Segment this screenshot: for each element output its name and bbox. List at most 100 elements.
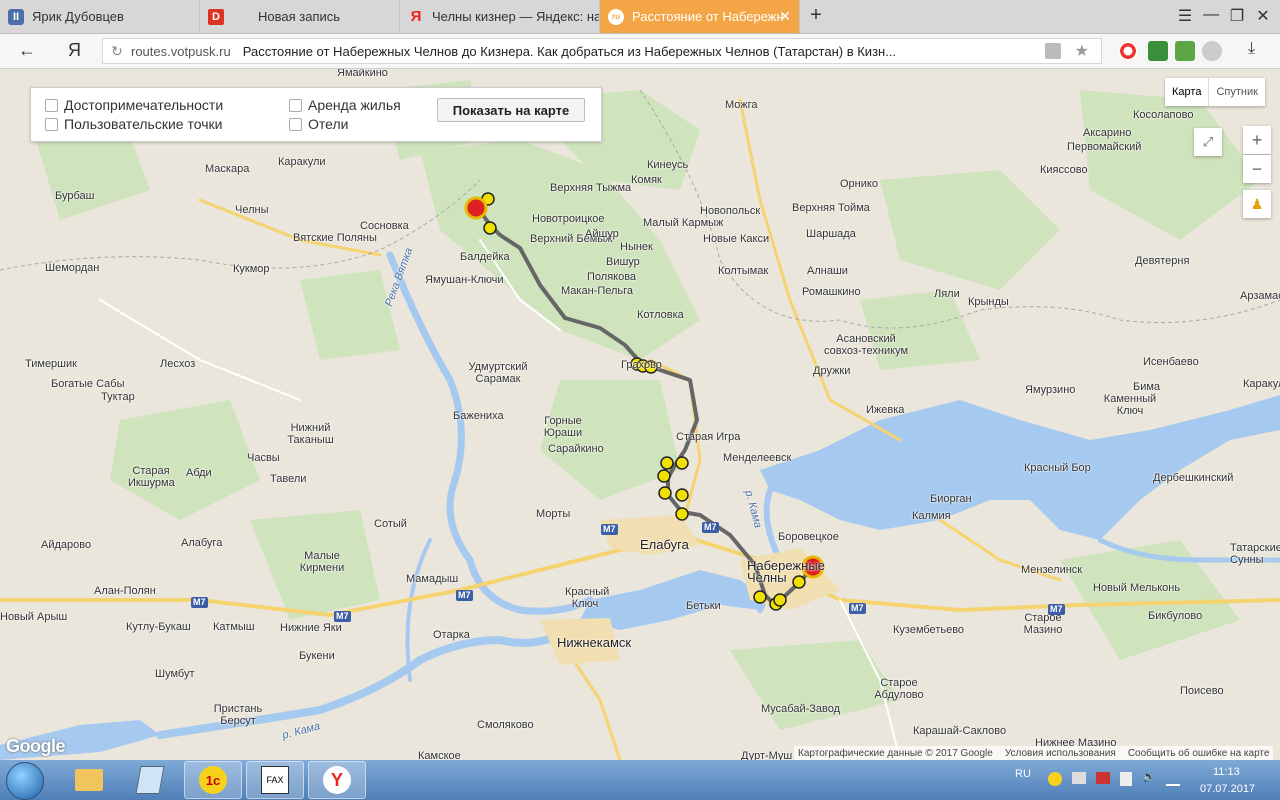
place-label: Ижевка [866, 404, 905, 416]
checkbox-box[interactable] [289, 98, 302, 112]
place-label: Каменный Ключ [1103, 393, 1157, 417]
place-label: Каракул [1243, 378, 1280, 390]
place-label: Тавели [270, 473, 307, 485]
place-label: Дербешкинский [1153, 472, 1234, 484]
report-error-link[interactable]: Сообщить об ошибке на карте [1128, 748, 1270, 759]
checkbox-hotels[interactable]: Отели [289, 116, 348, 132]
signal-tray-icon[interactable] [1166, 772, 1180, 786]
tab-new-record[interactable]: D Новая запись [200, 0, 400, 33]
downloads-icon[interactable]: ⤓ [1248, 40, 1255, 58]
checkbox-label: Пользовательские точки [64, 116, 223, 132]
fax-icon[interactable]: FAX [246, 761, 304, 799]
yandex-logo[interactable]: Я [68, 40, 81, 61]
map-canvas[interactable]: Ямайкино Можга Косолапово Аксарино Перво… [0, 69, 1280, 760]
start-button[interactable] [6, 762, 44, 800]
place-label: Дурт-Муш [741, 750, 793, 760]
language-indicator[interactable]: RU [1015, 768, 1031, 780]
road-shield: M7 [849, 603, 866, 614]
checkbox-label: Достопримечательности [64, 97, 224, 113]
place-label: Бетьки [686, 600, 721, 612]
place-label: Грахово [621, 359, 662, 371]
place-label: Мамадыш [406, 573, 459, 585]
security-tray-icon[interactable] [1096, 772, 1110, 784]
place-label: Поисево [1180, 685, 1224, 697]
tab-yandex-search[interactable]: Я Челны кизнер — Яндекс: на [400, 0, 600, 33]
place-label: Туктар [101, 391, 135, 403]
fullscreen-icon[interactable]: ⤢ [1194, 128, 1222, 156]
close-tab-icon[interactable]: ✕ [779, 8, 791, 25]
target-extension-icon[interactable] [1118, 41, 1138, 61]
place-label: Маскара [205, 163, 250, 175]
reload-icon[interactable]: ↻ [103, 43, 131, 60]
road-shield: M7 [702, 522, 719, 533]
show-on-map-button[interactable]: Показать на карте [437, 98, 585, 122]
clock-time[interactable]: 11:13 [1213, 766, 1240, 778]
shield-extension-icon[interactable] [1148, 41, 1168, 61]
place-label: Кияссово [1040, 164, 1088, 176]
place-label: Арзамас [1240, 290, 1280, 302]
restore-icon[interactable]: ❐ [1226, 6, 1248, 26]
checkbox-sights[interactable]: Достопримечательности [45, 97, 223, 113]
place-label: Бикбулово [1148, 610, 1203, 622]
place-label: Катмыш [213, 621, 255, 633]
checkbox-user-points[interactable]: Пользовательские точки [45, 116, 222, 132]
1c-tray-icon[interactable] [1048, 772, 1062, 786]
new-tab-button[interactable]: + [805, 4, 827, 27]
place-label: Сарайкино [548, 443, 604, 455]
checkbox-box[interactable] [45, 117, 58, 131]
map-type-map[interactable]: Карта [1165, 78, 1208, 106]
checkbox-rentals[interactable]: Аренда жилья [289, 97, 401, 113]
place-label: Пристань Берсут [213, 703, 263, 727]
clock-date[interactable]: 07.07.2017 [1200, 783, 1255, 795]
place-label: Колтымак [718, 265, 769, 277]
place-label: Камское [418, 750, 461, 760]
checkbox-label: Отели [308, 116, 349, 132]
place-label: Красный Бор [1024, 462, 1091, 474]
network-tray-icon[interactable] [1072, 772, 1086, 784]
close-window-icon[interactable]: ✕ [1252, 6, 1274, 26]
place-label: Айшур [585, 228, 619, 240]
yandex-browser-icon[interactable]: Y [308, 761, 366, 799]
place-label: Верхняя Тыжма [550, 182, 632, 194]
terms-link[interactable]: Условия использования [1005, 748, 1116, 759]
place-label: Вятские Поляны [293, 232, 377, 244]
city-label: Набережные Челны [747, 558, 825, 585]
place-label: Биорган [930, 493, 972, 505]
place-label: Нынек [620, 241, 653, 253]
cloud-extension-icon[interactable] [1202, 41, 1222, 61]
place-label: Лесхоз [160, 358, 196, 370]
1c-icon[interactable]: 1c [184, 761, 242, 799]
lock-icon[interactable] [1045, 43, 1061, 59]
place-label: Кутлу-Букаш [126, 621, 191, 633]
tab-votpusk[interactable]: ru Расстояние от Набережн ✕ [600, 0, 800, 33]
map-type-control: Карта Спутник [1165, 78, 1265, 106]
place-label: Часвы [247, 452, 280, 464]
zoom-out-button[interactable]: − [1243, 155, 1271, 183]
url-field[interactable]: ↻ routes.votpusk.ru Расстояние от Набере… [102, 38, 1102, 64]
menu-icon[interactable]: ☰ [1174, 6, 1196, 26]
place-label: Малый Кармыж [643, 217, 724, 229]
place-label: Бима [1133, 381, 1161, 393]
zoom-in-button[interactable]: + [1243, 126, 1271, 154]
explorer-icon[interactable] [60, 761, 118, 799]
bookmark-star-icon[interactable]: ★ [1075, 41, 1089, 61]
device-tray-icon[interactable] [1120, 772, 1132, 786]
back-icon[interactable]: ← [18, 40, 36, 61]
street-view-pegman-icon[interactable]: ♟ [1243, 190, 1271, 218]
road-shield: M7 [601, 524, 618, 535]
yandex-icon: Я [410, 8, 422, 25]
checkbox-box[interactable] [45, 98, 58, 112]
checkbox-box[interactable] [289, 117, 302, 131]
place-label: Горные Юраши [543, 415, 583, 439]
road-shield: M7 [191, 597, 208, 608]
place-label: Старое Мазино [1023, 612, 1063, 636]
minimize-icon[interactable]: — [1200, 6, 1222, 24]
download-extension-icon[interactable] [1175, 41, 1195, 61]
place-label: Айдарово [41, 539, 92, 551]
place-label: Новый Мельконь [1093, 582, 1181, 594]
volume-icon[interactable]: 🔈 [1142, 770, 1156, 783]
file-icon[interactable] [121, 761, 179, 799]
place-label: Новотроицкое [532, 213, 605, 225]
tab-vk[interactable]: II Ярик Дубовцев [0, 0, 200, 33]
map-type-satellite[interactable]: Спутник [1208, 78, 1264, 106]
